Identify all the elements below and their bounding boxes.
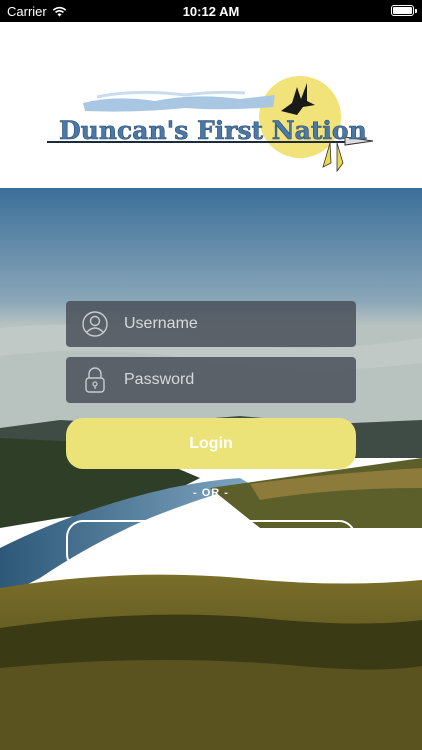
login-button[interactable]: Login — [66, 418, 356, 469]
status-time: 10:12 AM — [182, 4, 240, 19]
lock-icon — [66, 357, 124, 403]
header: Duncan's First Nation — [0, 22, 422, 188]
password-input[interactable] — [124, 357, 356, 403]
background-landscape — [0, 188, 422, 750]
status-bar: Carrier 10:12 AM — [0, 0, 422, 22]
battery-icon — [391, 5, 417, 16]
username-input[interactable] — [124, 301, 356, 347]
landscape-image — [0, 188, 422, 750]
username-field[interactable] — [66, 301, 356, 347]
logo-text: Duncan's First Nation — [59, 116, 367, 145]
or-separator: - OR - — [193, 487, 229, 499]
password-field[interactable] — [66, 357, 356, 403]
continue-as-guest-button[interactable]: Continue as Guest — [66, 520, 356, 571]
user-icon — [66, 301, 124, 347]
duncans-first-nation-logo: Duncan's First Nation — [47, 76, 374, 173]
